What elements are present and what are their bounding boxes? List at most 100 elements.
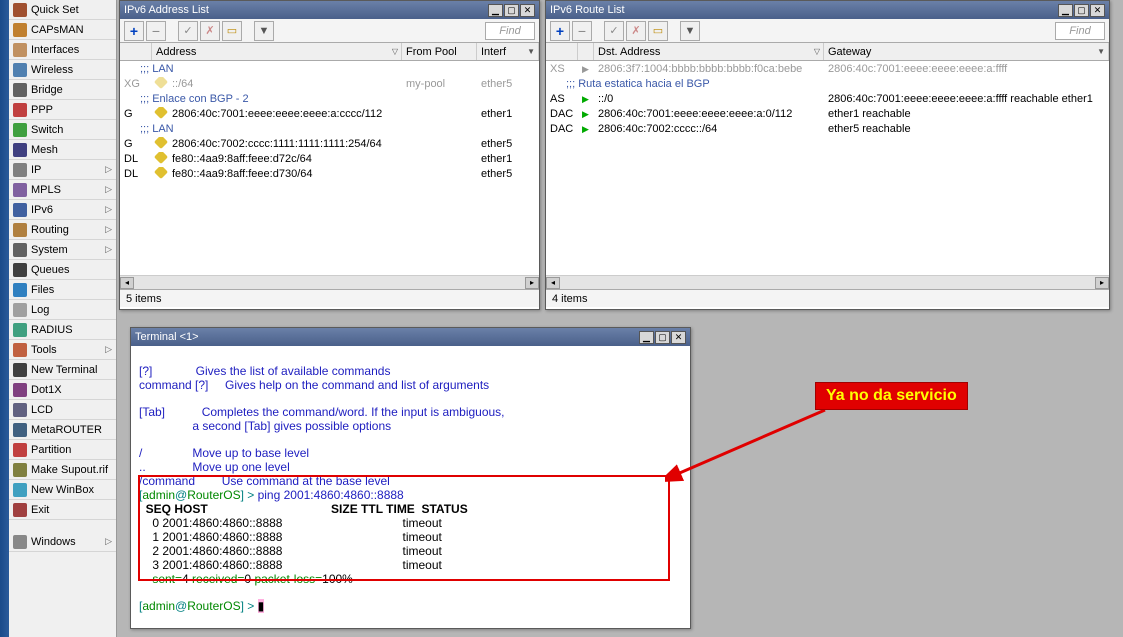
remove-button[interactable]: − <box>572 21 592 41</box>
minimize-button[interactable]: ▁ <box>488 4 503 17</box>
col-address[interactable]: Address▽ <box>152 43 402 60</box>
sidebar-item-ip[interactable]: IP▷ <box>9 160 116 180</box>
sidebar-item-tools[interactable]: Tools▷ <box>9 340 116 360</box>
dst-cell: 2806:40c:7001:eeee:eeee:eeee:a:0/112 <box>594 108 824 120</box>
address-row[interactable]: G2806:40c:7002:cccc:1111:1111:1111:254/6… <box>120 136 539 151</box>
add-button[interactable]: + <box>124 21 144 41</box>
sidebar: Quick Set CAPsMAN InterfacesWirelessBridge… <box>9 0 117 637</box>
route-row[interactable]: DAC▶2806:40c:7001:eeee:eeee:eeee:a:0/112… <box>546 106 1109 121</box>
comment-button[interactable]: ▭ <box>222 21 242 41</box>
sidebar-item-log[interactable]: Log <box>9 300 116 320</box>
address-row[interactable]: DLfe80::4aa9:8aff:feee:d730/64ether5 <box>120 166 539 181</box>
route-row[interactable]: AS▶::/02806:40c:7001:eeee:eeee:eeee:a:ff… <box>546 91 1109 106</box>
comment-button[interactable]: ▭ <box>648 21 668 41</box>
maximize-button[interactable]: ▢ <box>655 331 670 344</box>
sidebar-item-icon <box>13 23 27 37</box>
terminal-body[interactable]: [?] Gives the list of available commands… <box>131 346 690 628</box>
sidebar-item-icon <box>13 423 27 437</box>
titlebar[interactable]: Terminal <1> ▁ ▢ ✕ <box>131 328 690 346</box>
sidebar-item-icon <box>13 83 27 97</box>
sidebar-item-make-supout.rif[interactable]: Make Supout.rif <box>9 460 116 480</box>
sidebar-item-system[interactable]: System▷ <box>9 240 116 260</box>
sidebar-item-switch[interactable]: Switch <box>9 120 116 140</box>
interface-cell: ether1 <box>477 153 539 165</box>
tag-icon <box>154 107 168 119</box>
address-row[interactable]: XG::/64my-poolether5 <box>120 76 539 91</box>
sidebar-item-capsman[interactable]: CAPsMAN <box>9 20 116 40</box>
terminal-window: Terminal <1> ▁ ▢ ✕ [?] Gives the list of… <box>130 327 691 629</box>
close-button[interactable]: ✕ <box>1090 4 1105 17</box>
close-button[interactable]: ✕ <box>520 4 535 17</box>
sidebar-item-bridge[interactable]: Bridge <box>9 80 116 100</box>
enable-button[interactable]: ✓ <box>604 21 624 41</box>
sidebar-item-mesh[interactable]: Mesh <box>9 140 116 160</box>
sidebar-item-new-winbox[interactable]: New WinBox <box>9 480 116 500</box>
toolbar: + − ✓ ✗ ▭ ▼ Find <box>546 19 1109 43</box>
address-grid[interactable]: ;;; LANXG::/64my-poolether5;;; Enlace co… <box>120 61 539 275</box>
sidebar-item-label: Make Supout.rif <box>31 464 108 476</box>
route-row[interactable]: XS▶2806:3f7:1004:bbbb:bbbb:bbbb:f0ca:beb… <box>546 61 1109 76</box>
funnel-icon: ▼ <box>685 25 696 37</box>
sidebar-item-new-terminal[interactable]: New Terminal <box>9 360 116 380</box>
col-dst-address[interactable]: Dst. Address▽ <box>594 43 824 60</box>
address-row[interactable]: DLfe80::4aa9:8aff:feee:d72c/64ether1 <box>120 151 539 166</box>
minimize-button[interactable]: ▁ <box>639 331 654 344</box>
sidebar-item-files[interactable]: Files <box>9 280 116 300</box>
sidebar-item-wireless[interactable]: Wireless <box>9 60 116 80</box>
add-button[interactable]: + <box>550 21 570 41</box>
interface-cell: ether5 <box>477 168 539 180</box>
sidebar-item-ppp[interactable]: PPP <box>9 100 116 120</box>
find-input[interactable]: Find <box>485 22 535 40</box>
col-interface[interactable]: Interf▼ <box>477 43 539 60</box>
sidebar-item-label: CAPsMAN <box>31 24 84 36</box>
ipv6-address-list-window: IPv6 Address List ▁ ▢ ✕ + − ✓ ✗ ▭ ▼ Find… <box>119 0 540 310</box>
sidebar-item-quick-set[interactable]: Quick Set <box>9 0 116 20</box>
sidebar-item-dot1x[interactable]: Dot1X <box>9 380 116 400</box>
cursor: ▮ <box>258 599 265 613</box>
sidebar-item-windows[interactable]: Windows▷ <box>9 532 116 552</box>
sidebar-item-partition[interactable]: Partition <box>9 440 116 460</box>
gateway-cell: ether1 reachable <box>824 108 1109 120</box>
route-row[interactable]: DAC▶2806:40c:7002:cccc::/64ether5 reacha… <box>546 121 1109 136</box>
titlebar[interactable]: IPv6 Route List ▁ ▢ ✕ <box>546 1 1109 19</box>
address-row[interactable]: G2806:40c:7001:eeee:eeee:eeee:a:cccc/112… <box>120 106 539 121</box>
sidebar-item-metarouter[interactable]: MetaROUTER <box>9 420 116 440</box>
sidebar-item-ipv6[interactable]: IPv6▷ <box>9 200 116 220</box>
sidebar-item-icon <box>13 223 27 237</box>
interface-cell: ether5 <box>477 78 539 90</box>
dst-cell: ::/0 <box>594 93 824 105</box>
sidebar-item-queues[interactable]: Queues <box>9 260 116 280</box>
minimize-button[interactable]: ▁ <box>1058 4 1073 17</box>
h-scrollbar[interactable]: ◂▸ <box>120 275 539 289</box>
disable-button[interactable]: ✗ <box>626 21 646 41</box>
col-gateway[interactable]: Gateway▼ <box>824 43 1109 60</box>
sidebar-item-label: PPP <box>31 104 53 116</box>
maximize-button[interactable]: ▢ <box>504 4 519 17</box>
titlebar[interactable]: IPv6 Address List ▁ ▢ ✕ <box>120 1 539 19</box>
sidebar-item-lcd[interactable]: LCD <box>9 400 116 420</box>
col-from-pool[interactable]: From Pool <box>402 43 477 60</box>
disable-button[interactable]: ✗ <box>200 21 220 41</box>
sidebar-item-radius[interactable]: RADIUS <box>9 320 116 340</box>
grid-header: Address▽ From Pool Interf▼ <box>120 43 539 61</box>
route-grid[interactable]: XS▶2806:3f7:1004:bbbb:bbbb:bbbb:f0ca:beb… <box>546 61 1109 275</box>
find-input[interactable]: Find <box>1055 22 1105 40</box>
close-button[interactable]: ✕ <box>671 331 686 344</box>
toolbar: + − ✓ ✗ ▭ ▼ Find <box>120 19 539 43</box>
maximize-button[interactable]: ▢ <box>1074 4 1089 17</box>
sidebar-item-interfaces[interactable]: Interfaces <box>9 40 116 60</box>
filter-button[interactable]: ▼ <box>680 21 700 41</box>
enable-button[interactable]: ✓ <box>178 21 198 41</box>
filter-button[interactable]: ▼ <box>254 21 274 41</box>
sidebar-item-routing[interactable]: Routing▷ <box>9 220 116 240</box>
sidebar-item-label: Mesh <box>31 144 58 156</box>
remove-button[interactable]: − <box>146 21 166 41</box>
minus-icon: − <box>152 23 160 39</box>
flags-cell: XG <box>120 78 152 90</box>
h-scrollbar[interactable]: ◂▸ <box>546 275 1109 289</box>
sidebar-item-mpls[interactable]: MPLS▷ <box>9 180 116 200</box>
sidebar-item-exit[interactable]: Exit <box>9 500 116 520</box>
grid-header: Dst. Address▽ Gateway▼ <box>546 43 1109 61</box>
sidebar-item-label: Switch <box>31 124 63 136</box>
sidebar-item-icon <box>13 143 27 157</box>
